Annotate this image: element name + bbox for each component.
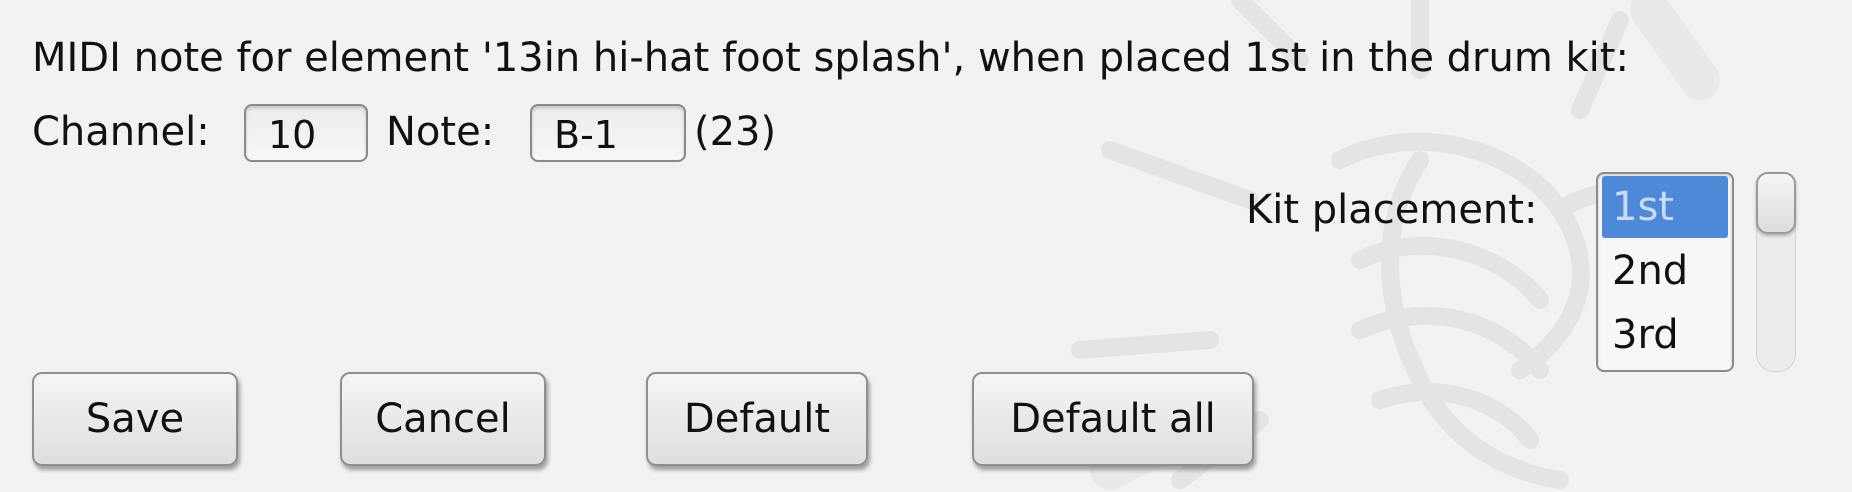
kit-placement-option-2nd[interactable]: 2nd bbox=[1602, 240, 1728, 302]
save-button[interactable]: Save bbox=[32, 372, 238, 466]
note-field[interactable]: B-1 bbox=[530, 104, 686, 162]
channel-field[interactable]: 10 bbox=[244, 104, 368, 162]
kit-placement-option-3rd[interactable]: 3rd bbox=[1602, 304, 1728, 366]
kit-placement-label: Kit placement: bbox=[1246, 187, 1538, 233]
default-button[interactable]: Default bbox=[646, 372, 868, 466]
note-number-label: (23) bbox=[694, 109, 777, 155]
cancel-button[interactable]: Cancel bbox=[340, 372, 546, 466]
kit-placement-scroll-thumb[interactable] bbox=[1756, 172, 1796, 234]
midi-note-title: MIDI note for element '13in hi-hat foot … bbox=[32, 35, 1629, 81]
note-label: Note: bbox=[386, 109, 495, 155]
default-all-button[interactable]: Default all bbox=[972, 372, 1254, 466]
channel-label: Channel: bbox=[32, 109, 210, 155]
kit-placement-option-1st[interactable]: 1st bbox=[1602, 176, 1728, 238]
kit-placement-listbox[interactable]: 1st 2nd 3rd bbox=[1596, 172, 1734, 372]
